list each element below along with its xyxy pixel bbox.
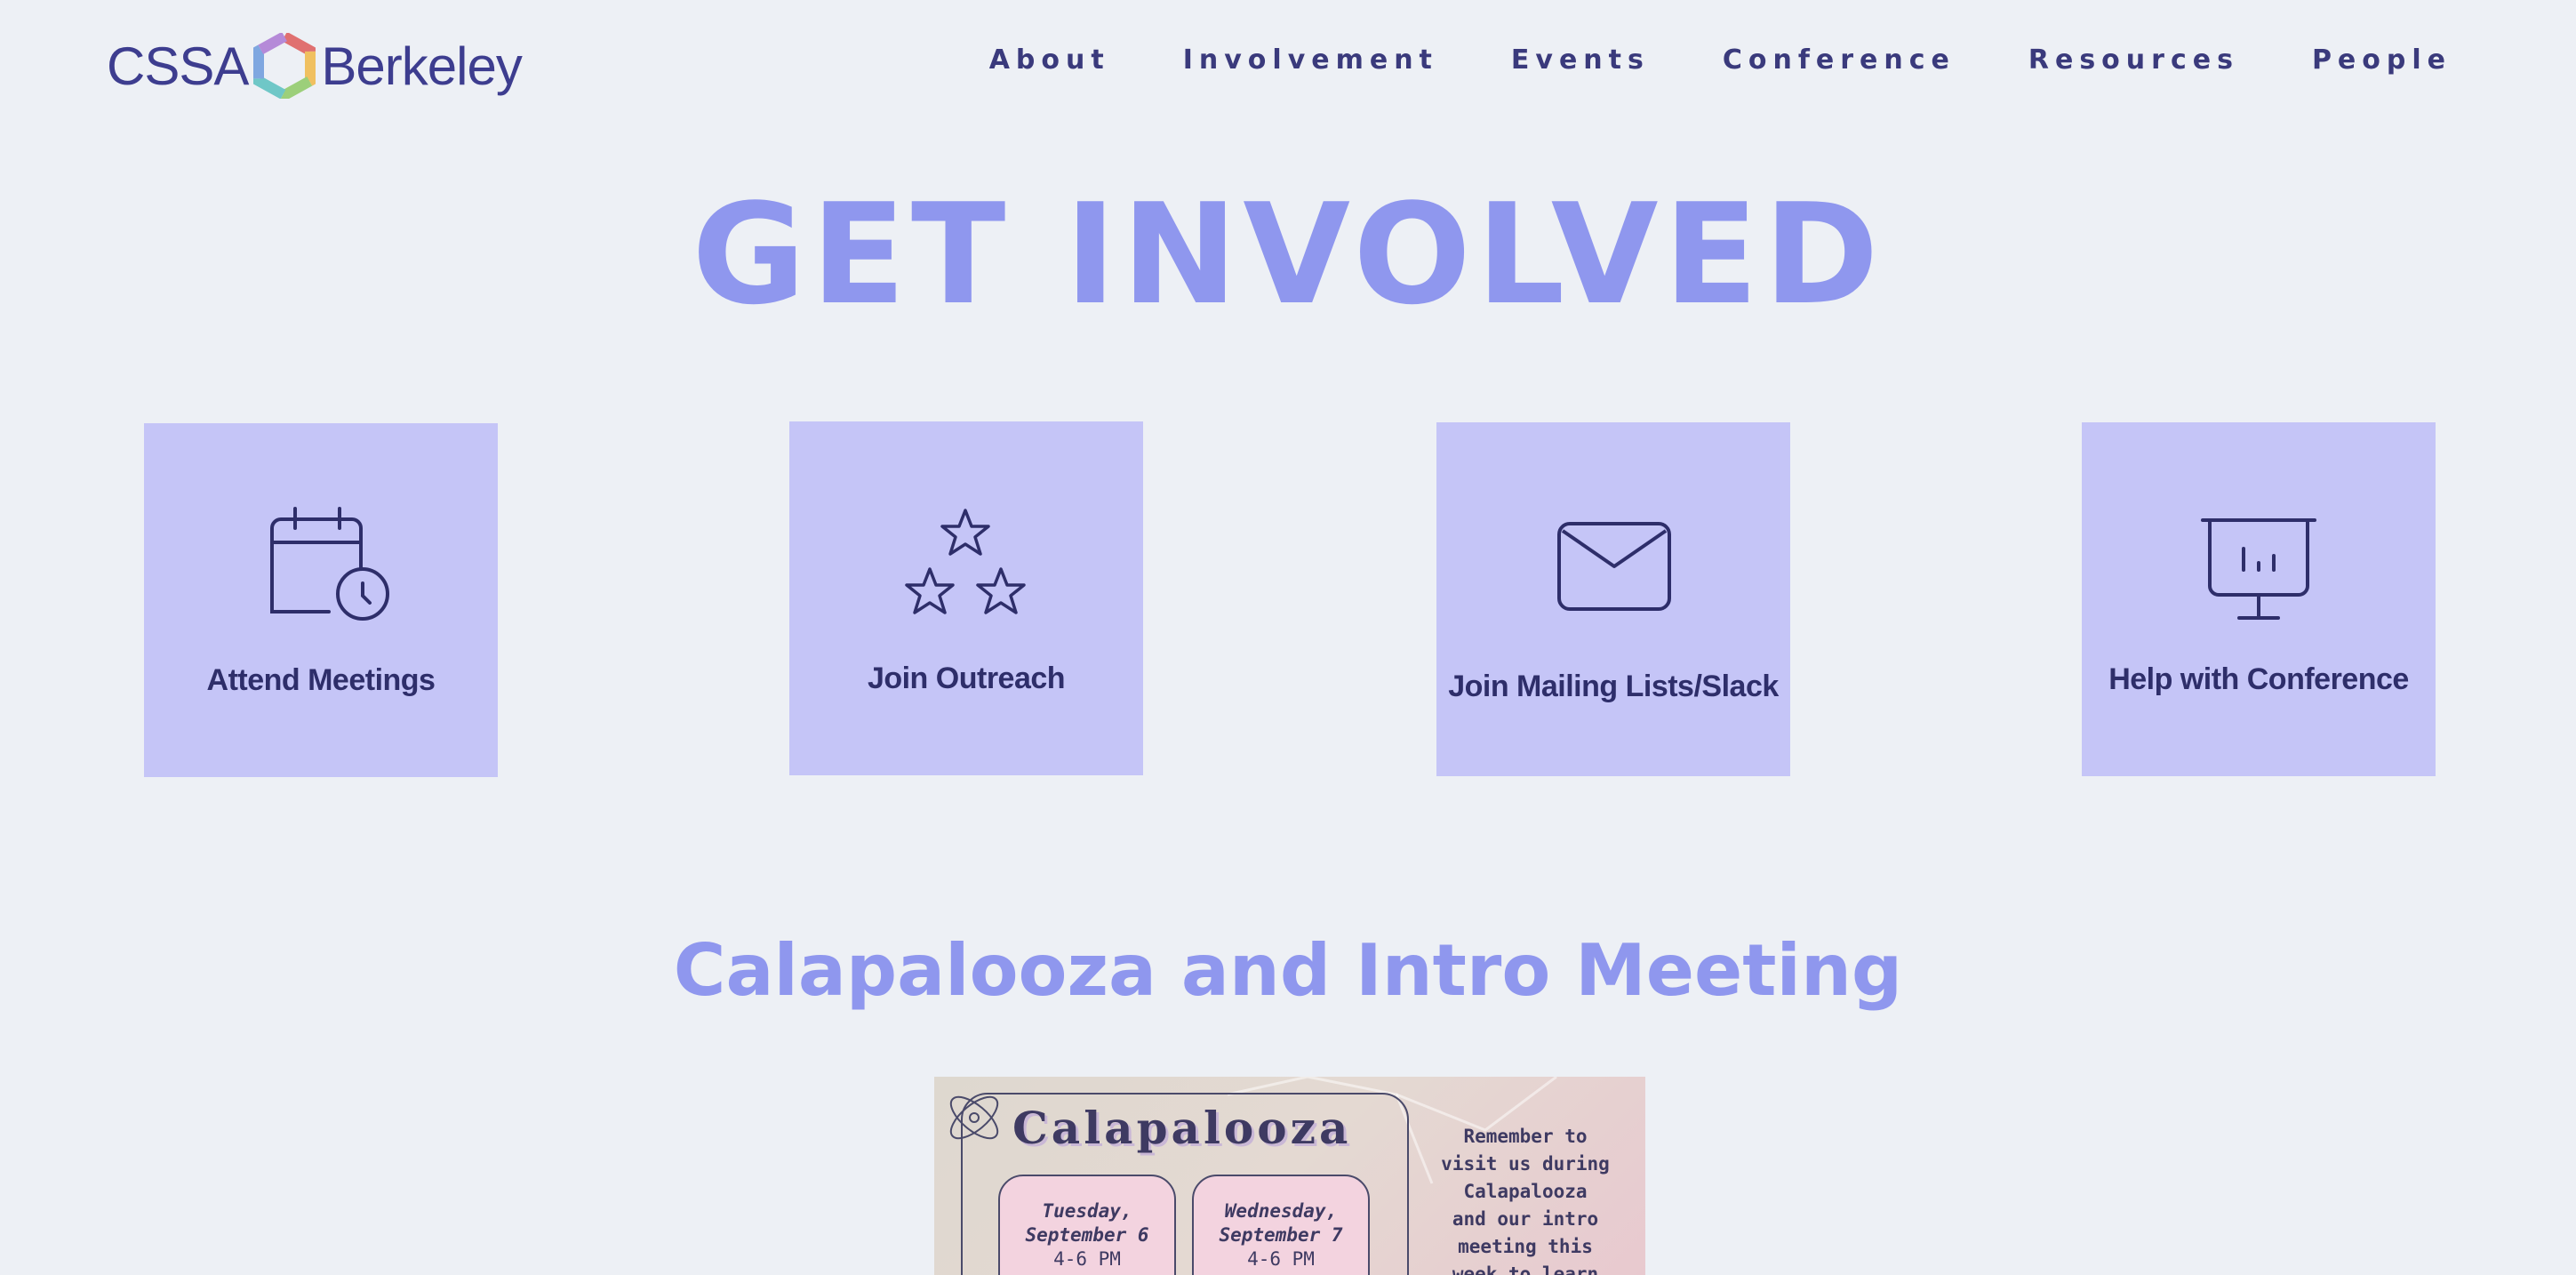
calendar-clock-icon [270,507,389,621]
nav-people[interactable]: People [2312,44,2452,76]
card-label: Join Mailing Lists/Slack [1448,670,1779,703]
card-label: Attend Meetings [206,663,436,697]
card-help-with-conference[interactable]: Help with Conference [2082,422,2436,776]
hexagon-logo-icon [253,33,316,99]
poster-title: Calapalooza [1012,1102,1352,1154]
presentation-board-icon [2201,518,2316,620]
site-logo[interactable]: CSSA Berkeley [107,30,523,101]
poster-side-text: Remember to visit us during Calapalooza … [1441,1126,1610,1275]
poster-day1-day: Tuesday, [1042,1200,1132,1222]
envelope-icon [1557,522,1671,611]
poster-day1-date: September 6 [1025,1224,1149,1246]
poster-day2-time: 4-6 PM [1247,1248,1315,1270]
nav-about[interactable]: About [989,44,1110,76]
poster-day2-box: Wednesday, September 7 4-6 PM [1192,1175,1370,1275]
section-title: Calapalooza and Intro Meeting [673,929,1903,1012]
poster-day2-date: September 7 [1219,1224,1343,1246]
card-attend-meetings[interactable]: Attend Meetings [144,423,498,777]
card-label: Help with Conference [2108,662,2409,696]
poster-day1-time: 4-6 PM [1053,1248,1121,1270]
calapalooza-poster: Calapalooza Tuesday, September 6 4-6 PM … [934,1077,1645,1275]
card-join-outreach[interactable]: Join Outreach [789,421,1143,775]
nav-conference[interactable]: Conference [1723,44,1956,76]
nav-events[interactable]: Events [1511,44,1650,76]
card-label: Join Outreach [867,662,1066,695]
stars-icon [905,509,1026,614]
logo-text-berkeley: Berkeley [321,36,522,96]
main-nav: About Involvement Events Conference Reso… [989,44,2452,76]
poster-day2-day: Wednesday, [1224,1200,1338,1222]
poster-day1-box: Tuesday, September 6 4-6 PM [998,1175,1176,1275]
logo-text-cssa: CSSA [107,36,249,96]
page-title: GET INVOLVED [692,173,1884,335]
nav-involvement[interactable]: Involvement [1183,44,1438,76]
card-join-mailing-lists[interactable]: Join Mailing Lists/Slack [1436,422,1790,776]
nav-resources[interactable]: Resources [2028,44,2239,76]
